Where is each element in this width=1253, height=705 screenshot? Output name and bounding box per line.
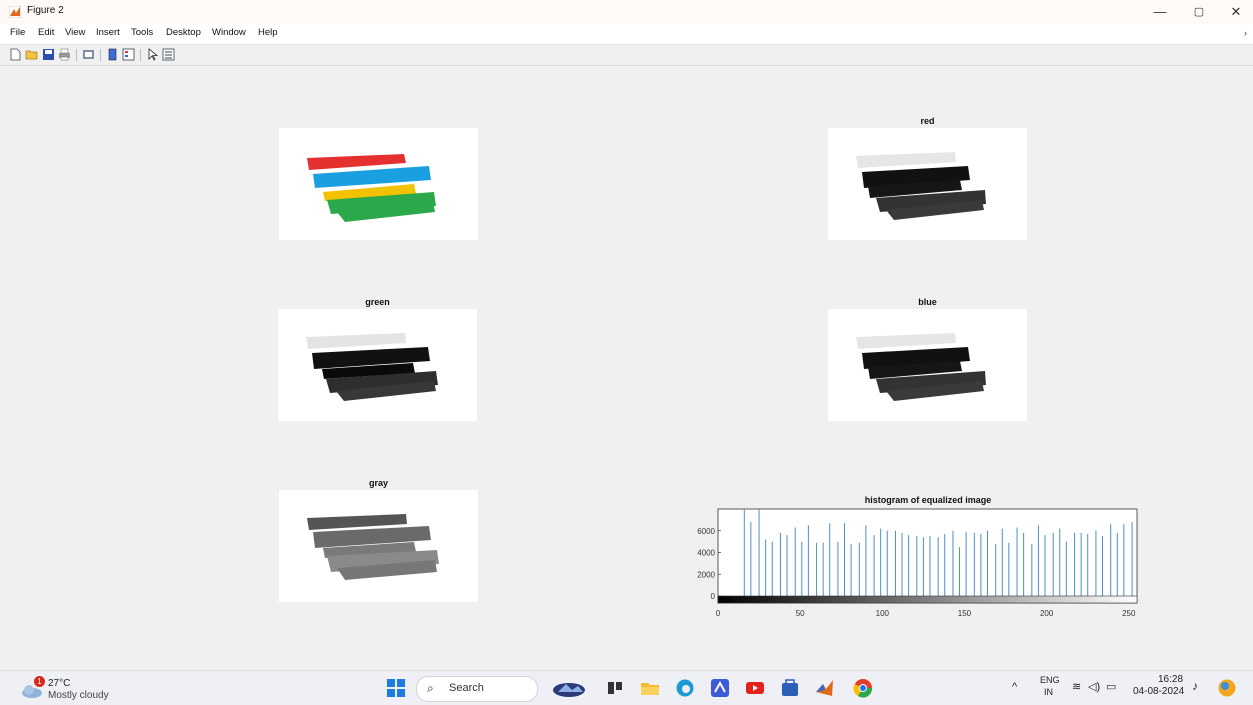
green-channel-image (306, 333, 438, 401)
x-tick-label: 50 (796, 609, 805, 618)
language-line1[interactable]: ENG (1040, 675, 1060, 685)
weather-condition: Mostly cloudy (48, 690, 109, 701)
volume-icon[interactable]: ◁) (1088, 680, 1100, 693)
toolbar-separator (140, 49, 141, 61)
search-icon: ⌕ (427, 681, 434, 695)
minimize-button[interactable]: — (1143, 2, 1177, 22)
menu-file[interactable]: File (10, 27, 25, 38)
x-tick-label: 0 (716, 609, 721, 618)
matlab-icon[interactable] (815, 678, 835, 698)
red-channel-image (856, 152, 986, 220)
blue-channel-panel (828, 309, 1027, 421)
search-label: Search (449, 682, 484, 694)
figure-toolbar (0, 45, 1253, 66)
y-ticks: 0 2000 4000 6000 (697, 527, 721, 601)
print-preview-icon[interactable] (82, 48, 95, 61)
file-explorer-icon[interactable] (640, 678, 660, 698)
original-image (307, 154, 436, 222)
legend-icon[interactable] (122, 48, 135, 61)
toolbar-separator (76, 49, 77, 61)
x-tick-label: 100 (876, 609, 890, 618)
restore-button[interactable]: ▢ (1182, 2, 1216, 22)
gray-image-panel (279, 490, 478, 602)
youtube-icon[interactable] (745, 678, 765, 698)
taskbar-search-box[interactable]: ⌕ Search (416, 676, 538, 702)
x-tick-label: 150 (958, 609, 972, 618)
red-channel-panel (828, 128, 1027, 240)
start-icon[interactable] (386, 678, 406, 698)
battery-icon[interactable]: ▭ (1106, 680, 1116, 693)
grayscale-colorbar (717, 595, 1138, 604)
weather-alert-badge: 1 (34, 676, 45, 687)
open-file-icon[interactable] (25, 48, 38, 61)
window-titlebar: Figure 2 — ▢ ✕ (0, 0, 1253, 24)
original-image-panel (279, 128, 478, 240)
menu-help[interactable]: Help (258, 27, 278, 38)
menu-tools[interactable]: Tools (131, 27, 153, 38)
notification-bell-icon[interactable]: ♪ (1192, 679, 1198, 693)
blue-channel-image (856, 333, 986, 401)
blue-panel-title: blue (918, 297, 937, 307)
menu-view[interactable]: View (65, 27, 85, 38)
window-title: Figure 2 (27, 5, 64, 16)
chart-title: histogram of equalized image (865, 495, 992, 505)
pointer-icon[interactable] (146, 48, 159, 61)
weather-widget[interactable]: 1 27°C Mostly cloudy (20, 676, 130, 702)
toolbar-separator (100, 49, 101, 61)
green-panel-title: green (365, 297, 390, 307)
menu-desktop[interactable]: Desktop (166, 27, 201, 38)
colorbar-icon[interactable] (106, 48, 119, 61)
save-icon[interactable] (42, 48, 55, 61)
histogram-chart: histogram of equalized image 0 2000 4000 60… (690, 490, 1150, 630)
y-tick-label: 6000 (697, 527, 715, 536)
x-tick-label: 250 (1122, 609, 1136, 618)
histogram-svg: histogram of equalized image 02000400060… (697, 495, 1138, 618)
edge-icon[interactable] (675, 678, 695, 698)
copilot-icon[interactable] (1217, 678, 1237, 698)
close-button[interactable]: ✕ (1219, 2, 1253, 22)
wifi-icon[interactable]: ≋ (1072, 680, 1081, 693)
red-panel-title: red (920, 116, 935, 126)
x-ticks: 0 50 100 150 200 250 (716, 609, 1136, 618)
taskview-icon[interactable] (605, 678, 625, 698)
matlab-figure-icon (9, 6, 21, 18)
chevron-up-icon[interactable]: ^ (1012, 681, 1017, 693)
gray-image (307, 514, 439, 580)
menu-overflow-icon[interactable]: › (1244, 28, 1247, 38)
weather-temp: 27°C (48, 678, 71, 689)
menu-window[interactable]: Window (212, 27, 246, 38)
windows-taskbar: 1 27°C Mostly cloudy ⌕ Search ^ ENG IN ≋… (0, 670, 1253, 705)
store-icon[interactable] (780, 678, 800, 698)
photo-app-icon[interactable] (552, 678, 586, 698)
chrome-icon[interactable] (853, 678, 873, 698)
print-icon[interactable] (58, 48, 71, 61)
clock-time[interactable]: 16:28 (1158, 674, 1183, 685)
language-line2[interactable]: IN (1044, 687, 1053, 697)
menu-bar: File Edit View Insert Tools Desktop Wind… (0, 24, 1253, 45)
new-figure-icon[interactable] (9, 48, 22, 61)
gray-panel-title: gray (368, 478, 388, 488)
green-channel-panel (278, 309, 477, 421)
menu-insert[interactable]: Insert (96, 27, 120, 38)
menu-edit[interactable]: Edit (38, 27, 54, 38)
x-tick-label: 200 (1040, 609, 1054, 618)
y-tick-label: 0 (711, 592, 716, 601)
y-tick-label: 4000 (697, 549, 715, 558)
app-icon[interactable] (710, 678, 730, 698)
property-inspector-icon[interactable] (162, 48, 175, 61)
clock-date[interactable]: 04-08-2024 (1133, 686, 1184, 697)
y-tick-label: 2000 (697, 570, 715, 579)
